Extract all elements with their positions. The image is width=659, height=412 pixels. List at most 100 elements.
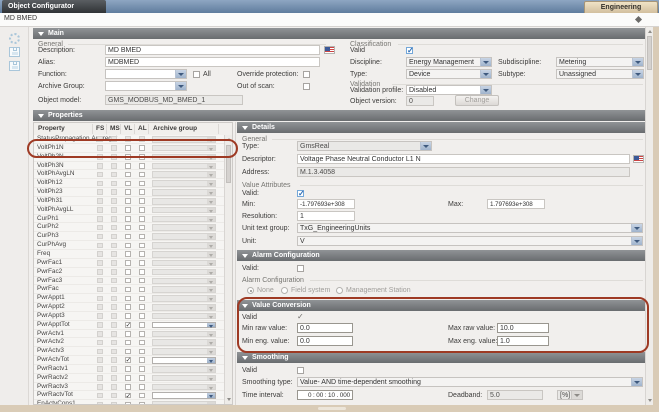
property-row[interactable]: VoltPh1N bbox=[34, 144, 224, 153]
value-conversion-valid-check[interactable] bbox=[297, 314, 304, 321]
al-checkbox[interactable] bbox=[139, 145, 145, 151]
property-row[interactable]: PwrRactv1 bbox=[34, 365, 224, 374]
property-row[interactable]: PwrAppt3 bbox=[34, 312, 224, 321]
vl-checkbox[interactable] bbox=[125, 145, 131, 151]
property-row[interactable]: VoltPhAvgLN bbox=[34, 170, 224, 179]
panel-splitter[interactable] bbox=[235, 122, 236, 405]
alarm-valid-checkbox[interactable] bbox=[297, 265, 304, 272]
properties-section-header[interactable]: Properties bbox=[33, 110, 645, 121]
al-checkbox[interactable] bbox=[139, 304, 145, 310]
min-input[interactable] bbox=[297, 199, 355, 209]
scroll-down-icon[interactable] bbox=[648, 399, 652, 402]
language-flag-icon[interactable] bbox=[324, 46, 335, 54]
scroll-up-icon[interactable] bbox=[648, 30, 652, 33]
form-scrollbar[interactable] bbox=[645, 27, 653, 405]
unit-text-group-dropdown[interactable]: TxG_EngineeringUnits bbox=[297, 223, 643, 233]
vl-checkbox[interactable] bbox=[125, 207, 131, 213]
vl-checkbox[interactable] bbox=[125, 340, 131, 346]
vl-checkbox[interactable] bbox=[125, 287, 131, 293]
archive-group-dropdown[interactable] bbox=[152, 392, 216, 399]
min-eng-value-input[interactable] bbox=[297, 336, 353, 346]
classification-valid-checkbox[interactable] bbox=[406, 47, 413, 54]
al-checkbox[interactable] bbox=[139, 331, 145, 337]
property-row[interactable]: PwrRactv2 bbox=[34, 374, 224, 383]
property-row[interactable]: PwrApptTot bbox=[34, 321, 224, 330]
scroll-up-icon[interactable] bbox=[227, 138, 231, 141]
vl-checkbox[interactable] bbox=[125, 234, 131, 240]
save-all-icon[interactable] bbox=[9, 61, 20, 71]
vl-checkbox[interactable] bbox=[125, 269, 131, 275]
property-row[interactable]: PwrFac3 bbox=[34, 277, 224, 286]
al-checkbox[interactable] bbox=[139, 287, 145, 293]
al-checkbox[interactable] bbox=[139, 340, 145, 346]
vl-checkbox[interactable] bbox=[125, 198, 131, 204]
property-row[interactable]: PwrFac1 bbox=[34, 259, 224, 268]
property-row[interactable]: PwrActvTot bbox=[34, 356, 224, 365]
vl-checkbox[interactable] bbox=[125, 189, 131, 195]
vl-checkbox[interactable] bbox=[125, 313, 131, 319]
property-row[interactable]: VoltPh3N bbox=[34, 162, 224, 171]
alias-input[interactable] bbox=[105, 57, 320, 67]
al-checkbox[interactable] bbox=[139, 198, 145, 204]
property-row[interactable]: PwrActv2 bbox=[34, 338, 224, 347]
property-row[interactable]: StatusPropagation.Aggregat bbox=[34, 135, 224, 144]
al-checkbox[interactable] bbox=[139, 296, 145, 302]
vl-checkbox[interactable] bbox=[125, 172, 131, 178]
discipline-dropdown[interactable]: Energy Management bbox=[406, 57, 492, 67]
scrollbar-thumb[interactable] bbox=[647, 36, 652, 70]
alarm-configuration-section-header[interactable]: Alarm Configuration bbox=[237, 250, 645, 261]
settings-icon[interactable] bbox=[9, 33, 20, 44]
smoothing-type-dropdown[interactable]: Value- AND time-dependent smoothing bbox=[297, 377, 643, 387]
description-input[interactable] bbox=[105, 45, 320, 55]
out-of-scan-checkbox[interactable] bbox=[303, 83, 310, 90]
vl-checkbox[interactable] bbox=[125, 375, 131, 381]
properties-scrollbar[interactable] bbox=[224, 135, 232, 404]
property-row[interactable]: Freq bbox=[34, 250, 224, 259]
validation-profile-dropdown[interactable]: Disabled bbox=[406, 85, 492, 95]
max-eng-value-input[interactable] bbox=[497, 336, 549, 346]
descriptor-flag-icon[interactable] bbox=[633, 155, 644, 163]
al-checkbox[interactable] bbox=[139, 225, 145, 231]
al-checkbox[interactable] bbox=[139, 260, 145, 266]
vl-checkbox[interactable] bbox=[125, 384, 131, 390]
override-protection-checkbox[interactable] bbox=[303, 71, 310, 78]
al-checkbox[interactable] bbox=[139, 234, 145, 240]
al-checkbox[interactable] bbox=[139, 349, 145, 355]
vl-checkbox[interactable] bbox=[125, 260, 131, 266]
time-interval-input[interactable] bbox=[297, 390, 353, 400]
al-checkbox[interactable] bbox=[139, 269, 145, 275]
property-row[interactable]: PwrFac2 bbox=[34, 268, 224, 277]
al-checkbox[interactable] bbox=[139, 216, 145, 222]
al-checkbox[interactable] bbox=[139, 172, 145, 178]
subdiscipline-dropdown[interactable]: Metering bbox=[556, 57, 644, 67]
max-raw-value-input[interactable] bbox=[497, 323, 549, 333]
vl-checkbox[interactable] bbox=[125, 402, 131, 404]
property-row[interactable]: VoltPh12 bbox=[34, 179, 224, 188]
al-checkbox[interactable] bbox=[139, 181, 145, 187]
al-checkbox[interactable] bbox=[139, 366, 145, 372]
al-checkbox[interactable] bbox=[139, 207, 145, 213]
descriptor-input[interactable] bbox=[297, 154, 630, 164]
al-checkbox[interactable] bbox=[139, 402, 145, 404]
vl-checkbox[interactable] bbox=[125, 304, 131, 310]
property-row[interactable]: PwrRactv3 bbox=[34, 383, 224, 392]
property-row[interactable]: PwrFac bbox=[34, 285, 224, 294]
vl-checkbox[interactable] bbox=[125, 225, 131, 231]
details-section-header[interactable]: Details bbox=[237, 122, 645, 133]
scrollbar-thumb[interactable] bbox=[226, 145, 231, 183]
all-checkbox[interactable] bbox=[193, 71, 200, 78]
al-checkbox[interactable] bbox=[139, 154, 145, 160]
al-checkbox[interactable] bbox=[139, 322, 145, 328]
property-row[interactable]: VoltPhAvgLL bbox=[34, 206, 224, 215]
column-header-property[interactable]: Property bbox=[38, 123, 65, 135]
al-checkbox[interactable] bbox=[139, 393, 145, 399]
al-checkbox[interactable] bbox=[139, 243, 145, 249]
vl-checkbox[interactable] bbox=[125, 349, 131, 355]
vl-checkbox[interactable] bbox=[125, 357, 131, 363]
type-dropdown[interactable]: Device bbox=[406, 69, 492, 79]
vl-checkbox[interactable] bbox=[125, 296, 131, 302]
archive-group-dropdown[interactable] bbox=[105, 81, 187, 91]
vl-checkbox[interactable] bbox=[125, 366, 131, 372]
scroll-down-icon[interactable] bbox=[227, 398, 231, 401]
column-header-vl[interactable]: VL bbox=[124, 123, 132, 135]
